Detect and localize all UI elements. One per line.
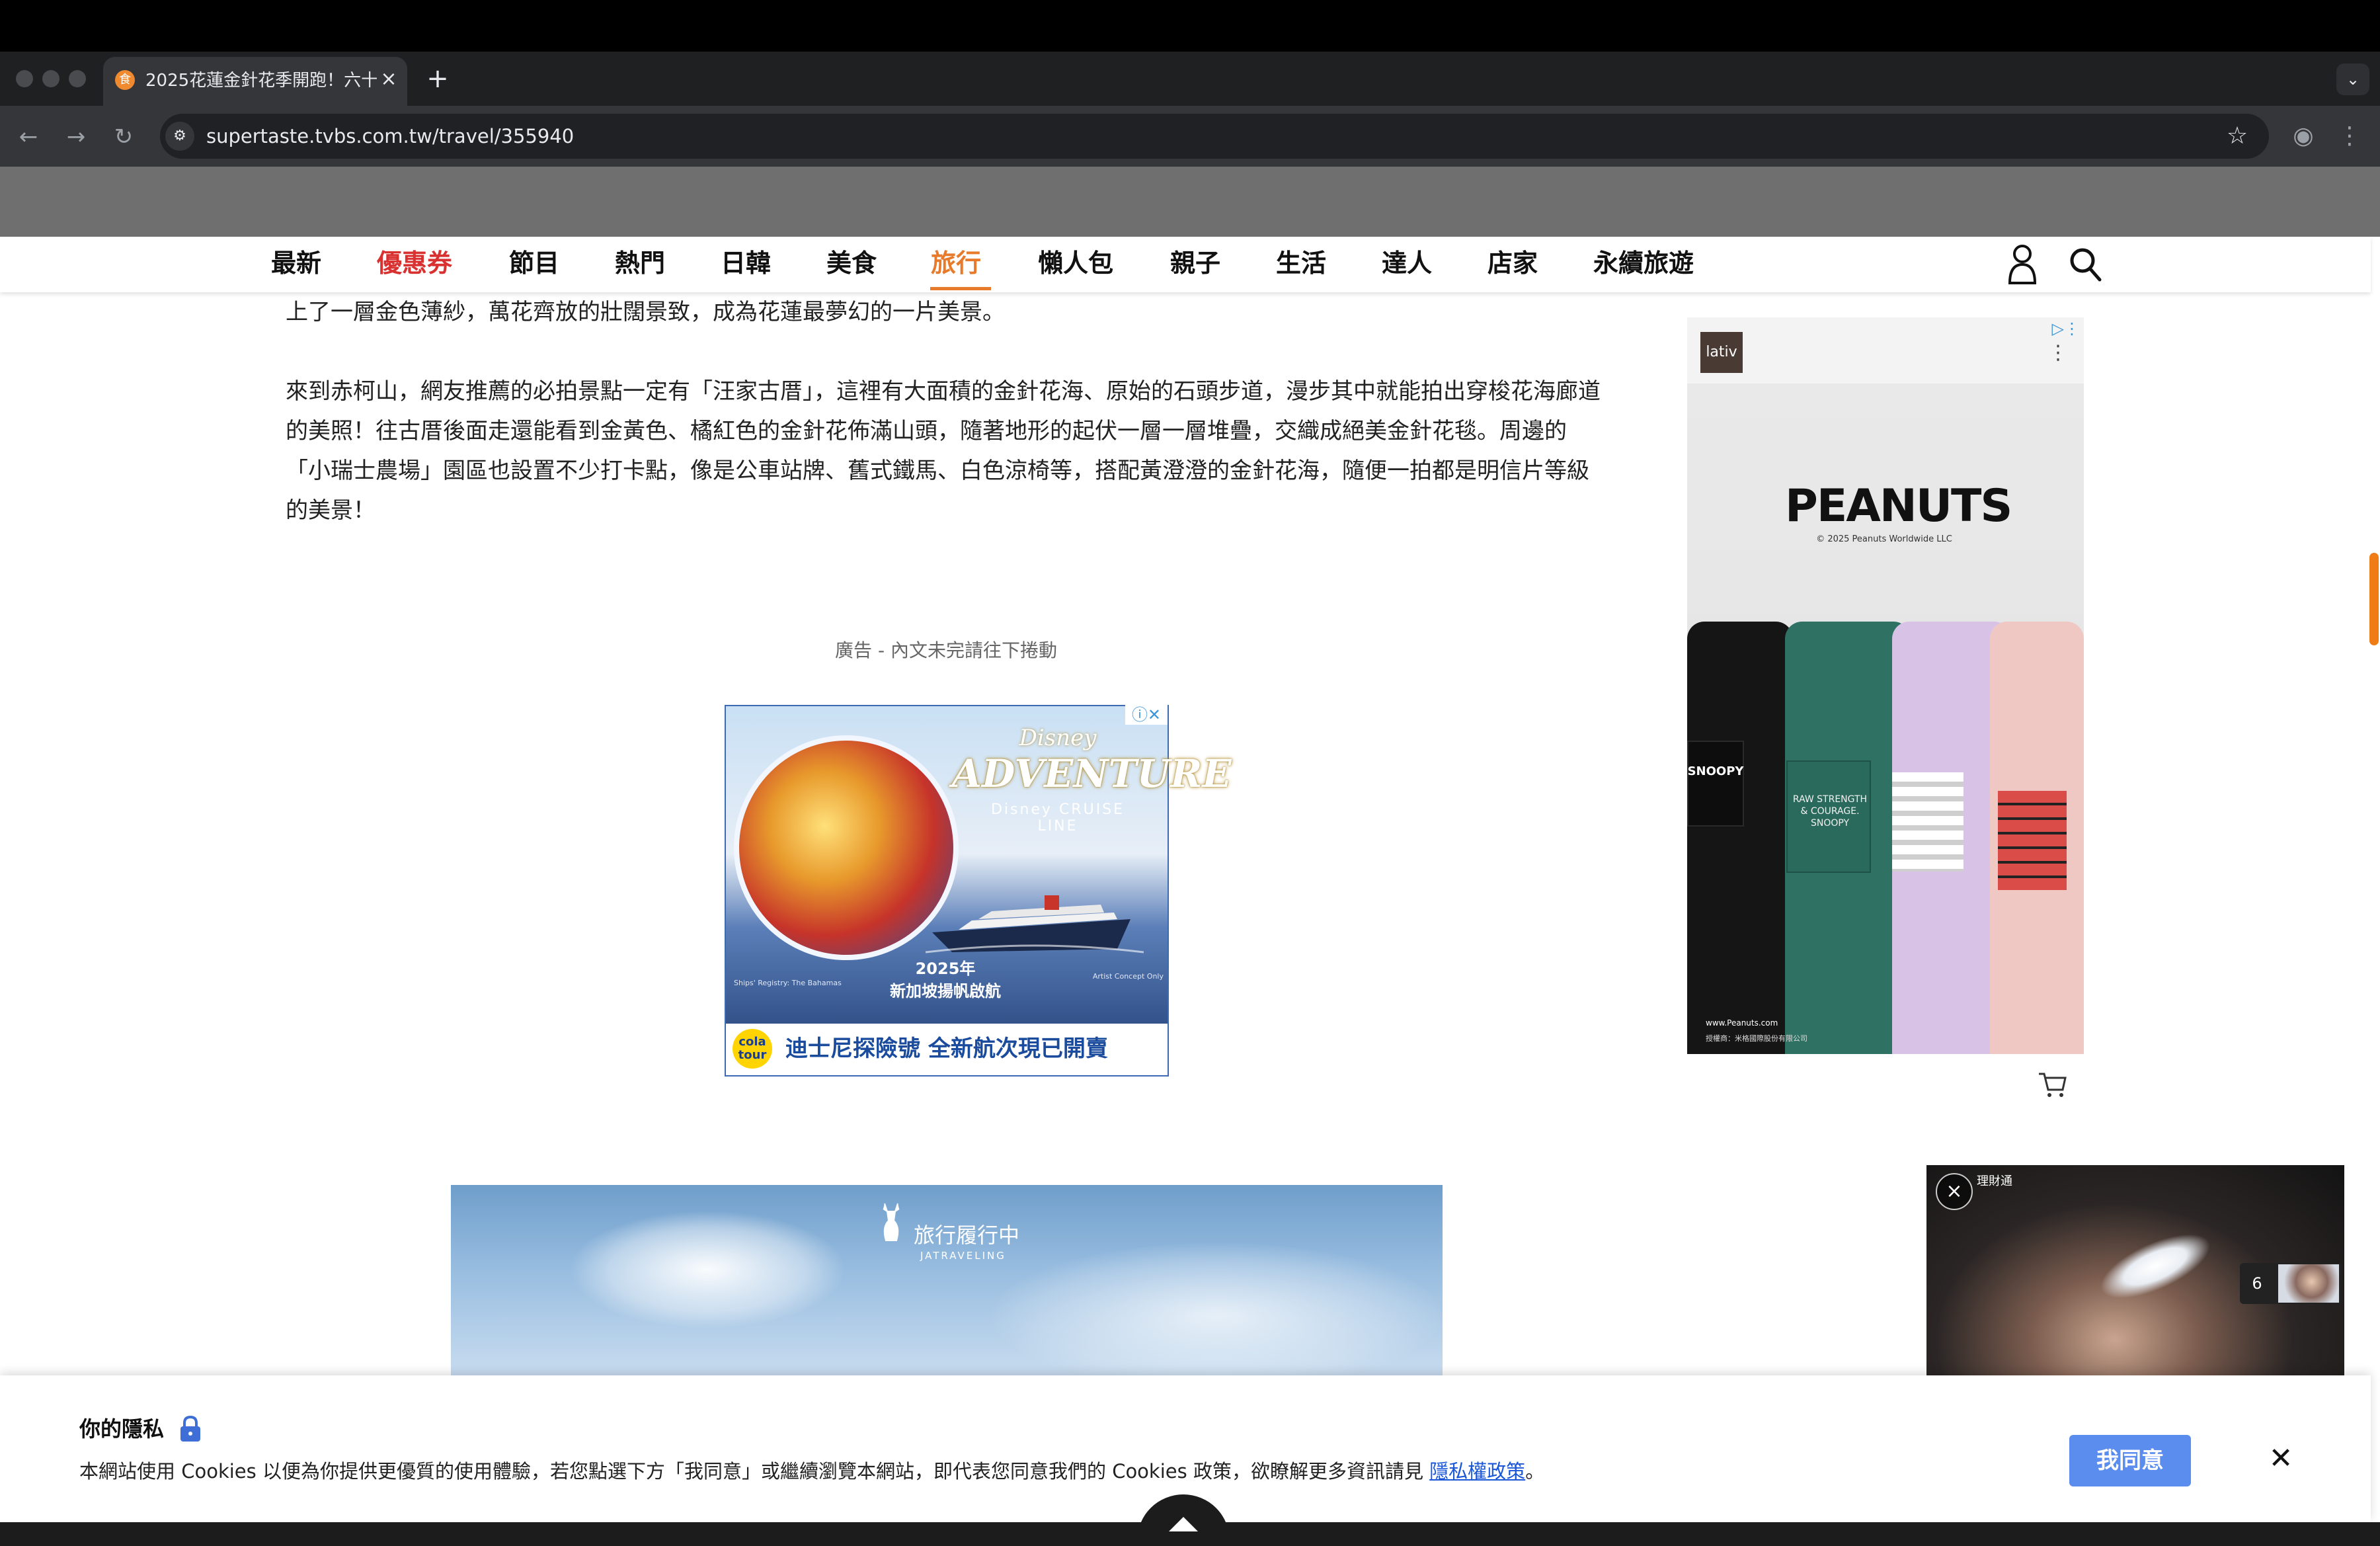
window-minimize-button[interactable] bbox=[42, 70, 60, 87]
window-close-button[interactable] bbox=[16, 70, 33, 87]
nav-item-life[interactable]: 生活 bbox=[1276, 243, 1326, 283]
chevron-up-icon[interactable] bbox=[1164, 1510, 1203, 1537]
cookie-close-icon[interactable]: ✕ bbox=[2261, 1439, 2301, 1479]
article-paragraph: 來到赤柯山，網友推薦的必拍景點一定有「汪家古厝」，這裡有大面積的金針花海、原始的… bbox=[286, 378, 1601, 524]
ad-fine-print: Ships' Registry: The Bahamas bbox=[734, 979, 842, 987]
ad-url-text: www.Peanuts.com bbox=[1706, 1018, 1778, 1028]
cookie-message: 本網站使用 Cookies 以便為你提供更優質的使用體驗，若您點選下方「我同意」… bbox=[79, 1460, 1545, 1483]
shirt bbox=[1687, 622, 1793, 1054]
nav-item-japan-korea[interactable]: 日韓 bbox=[721, 243, 771, 283]
screen-top-bar bbox=[0, 0, 2380, 52]
shirt-pocket bbox=[1892, 772, 1964, 872]
search-icon[interactable] bbox=[2068, 246, 2102, 283]
tab-favicon-icon: 食 bbox=[115, 70, 135, 90]
ad-brand-small: Disney bbox=[1019, 725, 1097, 751]
new-tab-button[interactable]: + bbox=[423, 65, 452, 94]
back-arrow-icon[interactable]: ← bbox=[12, 120, 45, 153]
watermark-brand: 旅行履行中 bbox=[914, 1223, 1020, 1248]
page-scrollbar[interactable] bbox=[2369, 553, 2379, 645]
browser-menu-icon[interactable]: ⋮ bbox=[2336, 120, 2363, 152]
article-paragraph: 上了一層金色薄紗，萬花齊放的壯闊景致，成為花蓮最夢幻的一片美景。 bbox=[286, 299, 1005, 325]
ad-fine-print: Artist Concept Only bbox=[1092, 972, 1164, 981]
deer-logo-icon bbox=[883, 1203, 900, 1241]
nav-item-shops[interactable]: 店家 bbox=[1488, 243, 1538, 283]
cookie-title: 你的隱私 bbox=[79, 1416, 165, 1442]
reload-icon[interactable]: ↻ bbox=[107, 120, 140, 153]
ad-notice: 廣告 - 內文未完請往下捲動 bbox=[835, 639, 1057, 661]
nav-item-sustainable-travel[interactable]: 永續旅遊 bbox=[1593, 243, 1694, 283]
video-close-icon[interactable]: × bbox=[1936, 1173, 1973, 1210]
profile-icon[interactable]: ◉ bbox=[2287, 120, 2319, 152]
nav-item-experts[interactable]: 達人 bbox=[1382, 243, 1432, 283]
ad-brand-big: ADVENTURE bbox=[952, 751, 1232, 796]
ad-copyright: © 2025 Peanuts Worldwide LLC bbox=[1816, 534, 1952, 544]
nav-item-programs[interactable]: 節目 bbox=[509, 243, 559, 283]
agree-button[interactable]: 我同意 bbox=[2069, 1435, 2191, 1486]
user-icon[interactable] bbox=[2007, 242, 2038, 286]
ad-subtitle: Disney CRUISE LINE bbox=[990, 801, 1125, 834]
tab-close-icon[interactable]: × bbox=[377, 67, 401, 91]
tab-search-button[interactable]: ⌄ bbox=[2336, 63, 2369, 95]
site-info-icon[interactable]: ⚙ bbox=[165, 122, 194, 151]
ad-choices-icon[interactable]: ⓘ✕ bbox=[1125, 705, 1168, 725]
nav-item-guides[interactable]: 懶人包 bbox=[1038, 243, 1113, 283]
shirt-print: RAW STRENGTH & COURAGE. SNOOPY bbox=[1792, 794, 1868, 829]
ad-menu-icon[interactable]: ⋮ bbox=[2048, 339, 2068, 368]
cloud bbox=[569, 1210, 846, 1329]
ad-choices-icon[interactable]: ▷⋮ bbox=[2043, 319, 2080, 339]
ad-headline: 迪士尼探險號 全新航次現已開賣 bbox=[785, 1036, 1108, 1062]
bookmark-star-icon[interactable]: ☆ bbox=[2221, 120, 2253, 152]
nav-item-food[interactable]: 美食 bbox=[826, 243, 877, 283]
advertiser-logo[interactable]: lativ bbox=[1700, 332, 1743, 373]
video-count: 6 bbox=[2252, 1274, 2262, 1293]
window-maximize-button[interactable] bbox=[69, 70, 86, 87]
ad-footer bbox=[1687, 1054, 2084, 1111]
cruise-ship-icon bbox=[926, 895, 1144, 954]
nav-item-family[interactable]: 親子 bbox=[1170, 243, 1220, 283]
nav-item-hot[interactable]: 熱門 bbox=[615, 243, 665, 283]
top-banner-placeholder bbox=[0, 167, 2380, 237]
watermark-brand-en: JATRAVELING bbox=[920, 1250, 1006, 1262]
tab-title: 2025花蓮金針花季開跑！六十石 bbox=[145, 71, 377, 91]
cloud bbox=[992, 1243, 1441, 1389]
peanuts-logo: PEANUTS bbox=[1785, 480, 2012, 532]
ad-rights-text: 授權商：米格國際股份有限公司 bbox=[1706, 1034, 1807, 1043]
cola-tour-logo: cola tour bbox=[733, 1029, 772, 1069]
privacy-policy-link[interactable]: 隱私權政策 bbox=[1429, 1460, 1525, 1483]
nav-item-travel[interactable]: 旅行 bbox=[931, 243, 981, 283]
shirt-pocket bbox=[1687, 741, 1744, 827]
cart-icon[interactable] bbox=[2038, 1070, 2068, 1099]
nav-item-latest[interactable]: 最新 bbox=[271, 243, 321, 283]
lock-icon bbox=[180, 1415, 200, 1442]
shirt-pocket bbox=[1998, 791, 2067, 890]
nav-active-indicator bbox=[930, 287, 991, 290]
nav-item-coupons[interactable]: 優惠券 bbox=[377, 243, 452, 283]
ad-characters-image bbox=[734, 735, 959, 960]
ad-date-text: 2025年 新加坡揚帆啟航 bbox=[890, 959, 1001, 1000]
video-brand: 理財通 bbox=[1977, 1174, 2012, 1188]
url-text[interactable]: supertaste.tvbs.com.tw/travel/355940 bbox=[206, 123, 574, 149]
shirt-print: SNOOPY bbox=[1687, 764, 1744, 778]
forward-arrow-icon[interactable]: → bbox=[60, 120, 93, 153]
video-thumbnail-image[interactable] bbox=[2278, 1264, 2339, 1303]
